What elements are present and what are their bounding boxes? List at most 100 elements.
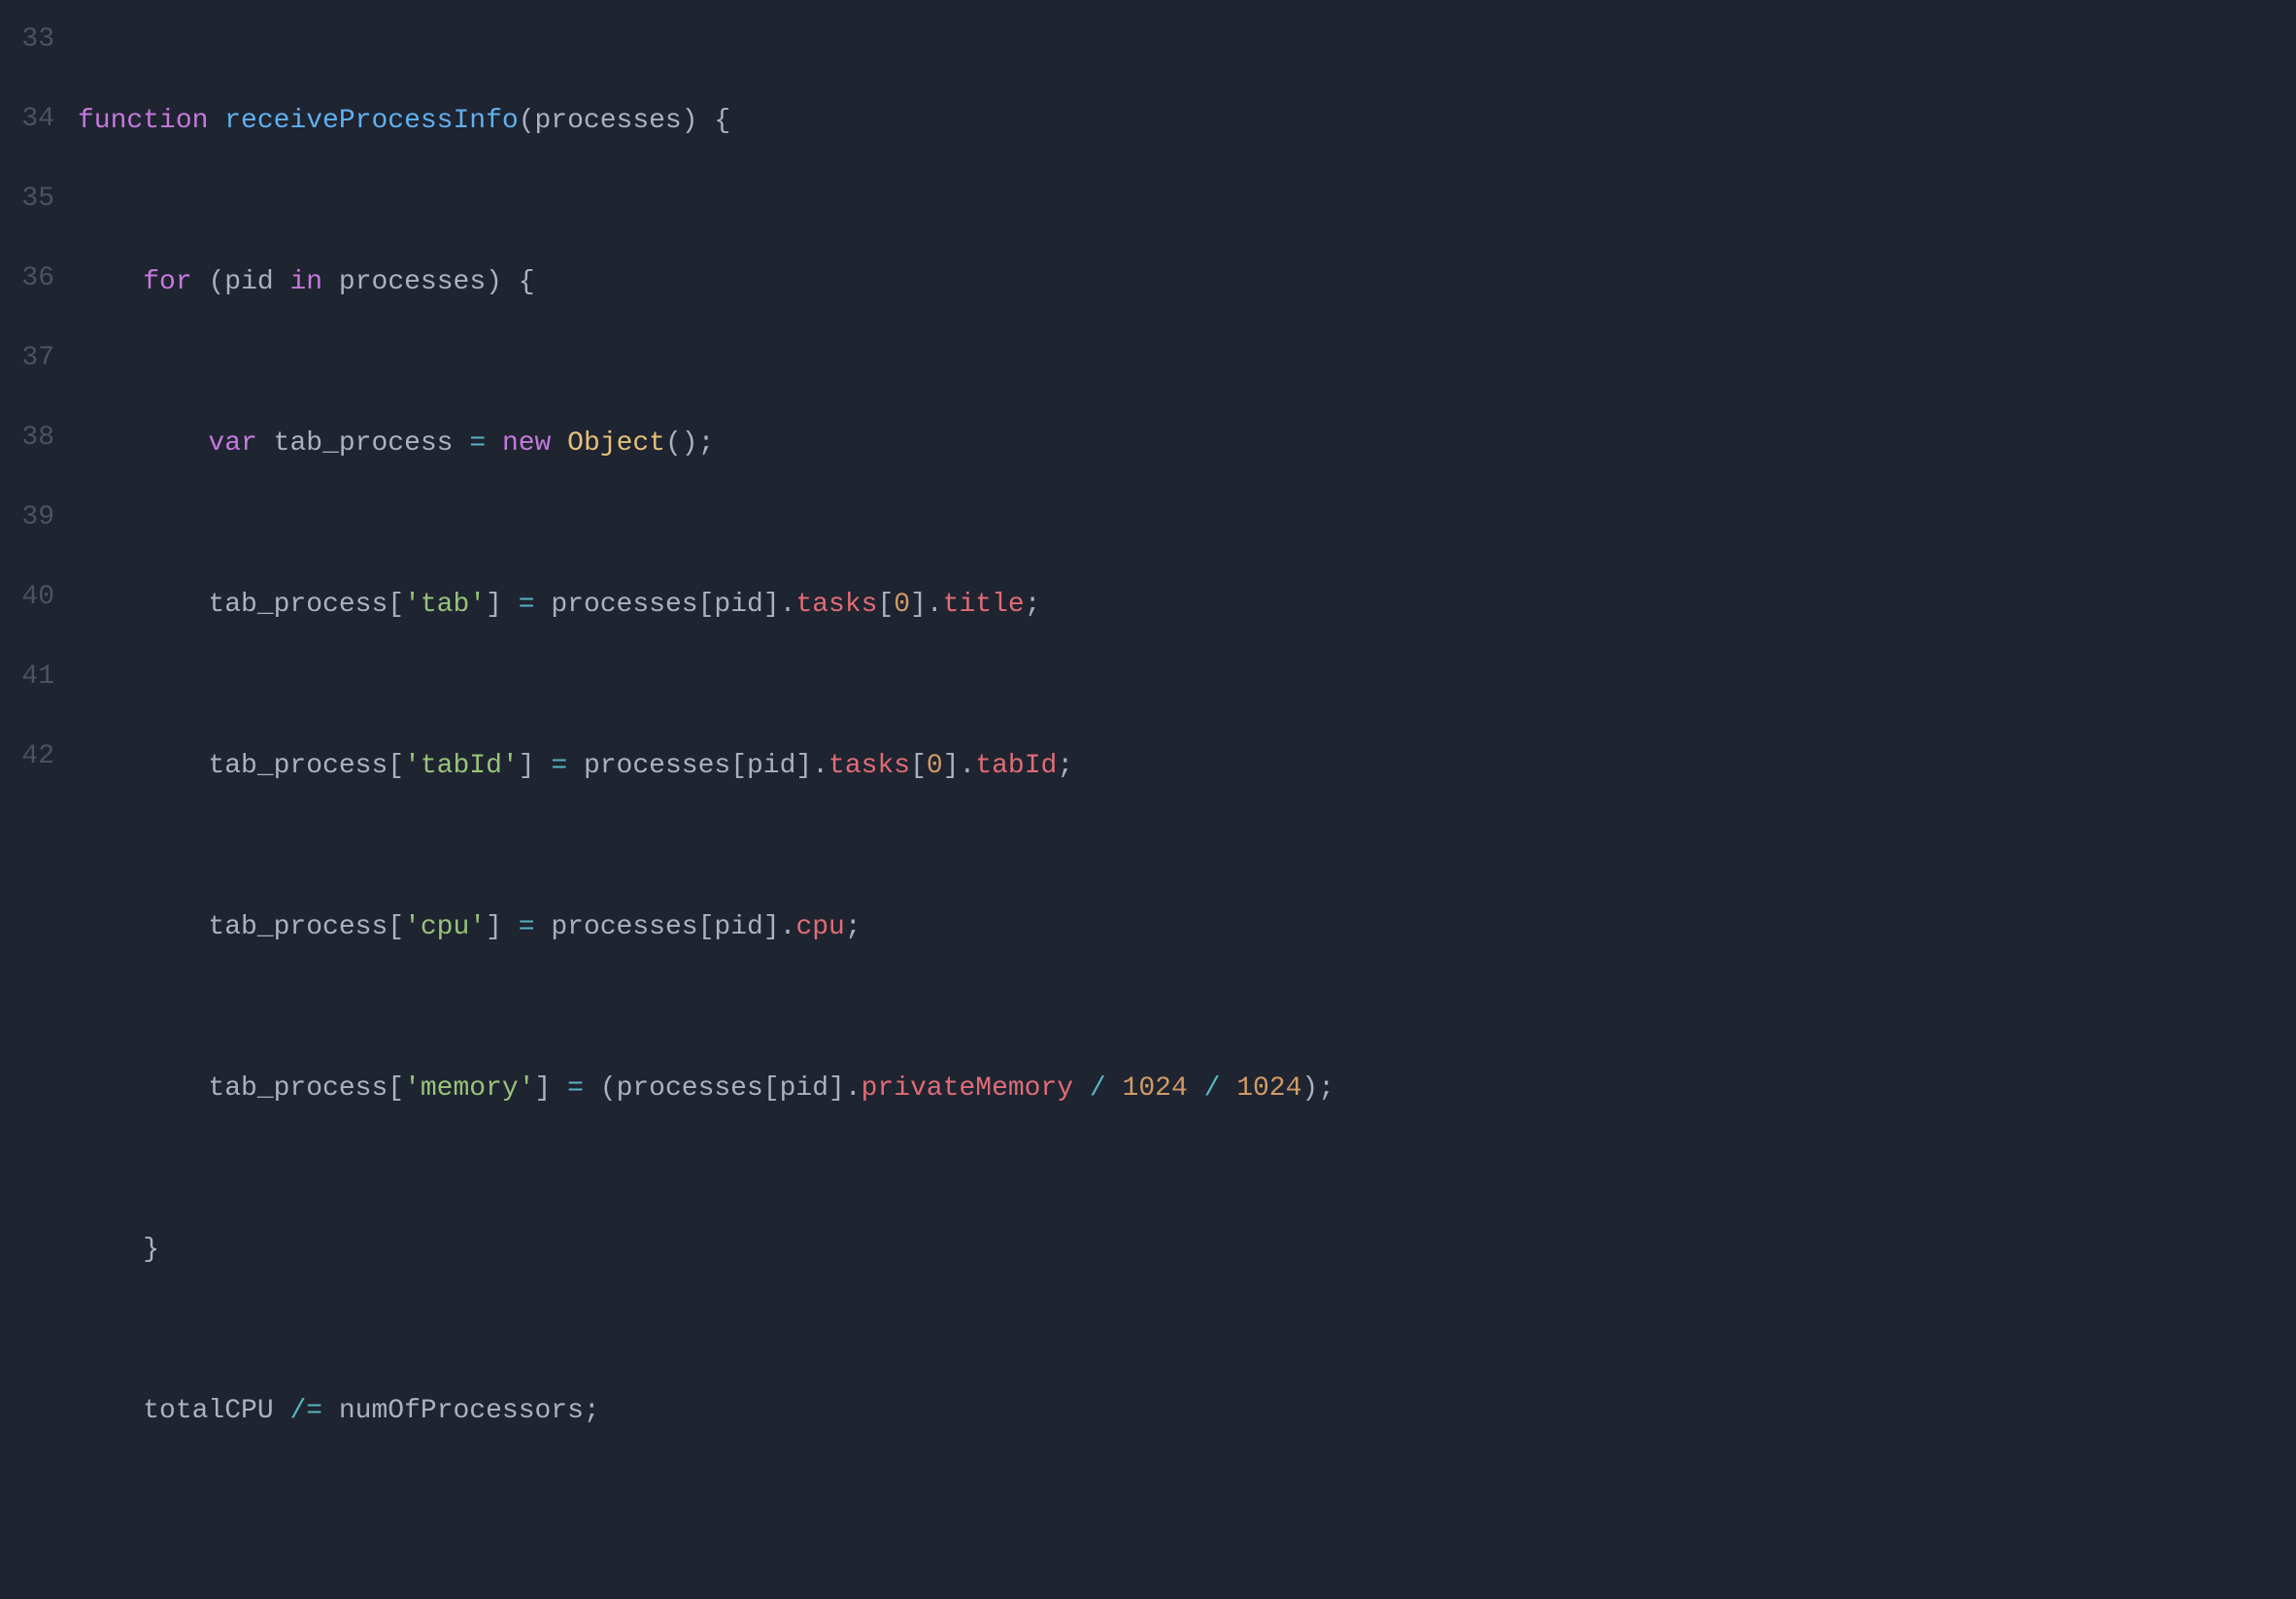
code-line[interactable]: tab_process['memory'] = (processes[pid].… xyxy=(78,1049,2296,1129)
code-line[interactable]: function receiveProcessInfo(processes) { xyxy=(78,82,2296,161)
paren-open: ( xyxy=(600,1073,617,1104)
line-number: 38 xyxy=(0,398,54,478)
keyword-var: var xyxy=(208,428,256,459)
identifier: tab_process xyxy=(208,1073,388,1104)
whitespace xyxy=(257,428,274,459)
dot: . xyxy=(960,751,976,781)
line-number: 41 xyxy=(0,637,54,717)
code-line[interactable]: totalCPU /= numOfProcessors; xyxy=(78,1372,2296,1451)
operator-assign: = xyxy=(469,428,486,459)
string-literal: 'memory' xyxy=(404,1073,534,1104)
semicolon: ; xyxy=(584,1396,600,1426)
brace-close: } xyxy=(143,1235,159,1265)
identifier: processes xyxy=(339,267,486,297)
bracket-open: [ xyxy=(698,912,715,942)
dot: . xyxy=(812,751,828,781)
indent xyxy=(78,912,208,942)
indent xyxy=(78,1235,143,1265)
line-number: 37 xyxy=(0,319,54,398)
indent xyxy=(78,590,208,620)
whitespace xyxy=(551,428,567,459)
property: tasks xyxy=(828,751,910,781)
whitespace xyxy=(274,1396,290,1426)
identifier: pid xyxy=(714,590,762,620)
identifier: processes xyxy=(551,590,697,620)
whitespace xyxy=(208,106,224,136)
code-line[interactable]: var tab_process = new Object(); xyxy=(78,404,2296,484)
whitespace xyxy=(1220,1073,1236,1104)
operator-assign: = xyxy=(519,912,535,942)
identifier: totalCPU xyxy=(143,1396,273,1426)
string-literal: 'cpu' xyxy=(404,912,486,942)
property: tabId xyxy=(975,751,1057,781)
string-literal: 'tabId' xyxy=(404,751,519,781)
line-number: 36 xyxy=(0,239,54,319)
bracket-open: [ xyxy=(388,912,404,942)
whitespace xyxy=(535,590,552,620)
line-number: 34 xyxy=(0,80,54,159)
brace-open: { xyxy=(714,106,730,136)
bracket-open: [ xyxy=(388,751,404,781)
bracket-close: ] xyxy=(486,590,502,620)
bracket-open: [ xyxy=(910,751,927,781)
whitespace xyxy=(454,428,470,459)
bracket-close: ] xyxy=(535,1073,552,1104)
identifier: processes xyxy=(551,912,697,942)
paren-open: ( xyxy=(208,267,224,297)
whitespace xyxy=(502,590,519,620)
operator-assign: = xyxy=(519,590,535,620)
dot: . xyxy=(780,912,796,942)
function-name: receiveProcessInfo xyxy=(224,106,518,136)
code-line[interactable]: tab_process['tabId'] = processes[pid].ta… xyxy=(78,727,2296,806)
semicolon: ; xyxy=(698,428,715,459)
whitespace xyxy=(535,751,552,781)
whitespace xyxy=(1106,1073,1123,1104)
whitespace xyxy=(274,267,290,297)
whitespace xyxy=(322,267,339,297)
line-number: 39 xyxy=(0,478,54,558)
code-editor[interactable]: 33 34 35 36 37 38 39 40 41 42 function r… xyxy=(0,0,2296,800)
code-line[interactable]: tab_process['cpu'] = processes[pid].cpu; xyxy=(78,888,2296,968)
whitespace xyxy=(502,912,519,942)
bracket-close: ] xyxy=(943,751,960,781)
identifier: tab_process xyxy=(208,751,388,781)
identifier: pid xyxy=(224,267,273,297)
string-literal: 'tab' xyxy=(404,590,486,620)
line-number-gutter: 33 34 35 36 37 38 39 40 41 42 xyxy=(0,0,78,800)
keyword-function: function xyxy=(78,106,208,136)
paren-open: ( xyxy=(519,106,535,136)
dot: . xyxy=(780,590,796,620)
indent xyxy=(78,267,143,297)
code-area[interactable]: function receiveProcessInfo(processes) {… xyxy=(78,0,2296,800)
identifier: pid xyxy=(714,912,762,942)
dot: . xyxy=(845,1073,861,1104)
whitespace xyxy=(322,1396,339,1426)
code-line[interactable]: for (pid in processes) { xyxy=(78,243,2296,323)
brace-open: { xyxy=(519,267,535,297)
operator-assign: = xyxy=(551,751,567,781)
dot: . xyxy=(927,590,943,620)
bracket-close: ] xyxy=(910,590,927,620)
parameter: processes xyxy=(535,106,682,136)
bracket-open: [ xyxy=(763,1073,780,1104)
semicolon: ; xyxy=(845,912,861,942)
bracket-close: ] xyxy=(828,1073,845,1104)
operator-divide: / xyxy=(1204,1073,1221,1104)
whitespace xyxy=(192,267,209,297)
paren-close: ) xyxy=(1301,1073,1318,1104)
semicolon: ; xyxy=(1025,590,1041,620)
line-number: 35 xyxy=(0,159,54,239)
identifier: processes xyxy=(584,751,730,781)
code-line[interactable]: } xyxy=(78,1210,2296,1290)
code-line[interactable] xyxy=(78,1533,2296,1599)
operator-assign: = xyxy=(567,1073,584,1104)
line-number: 42 xyxy=(0,717,54,797)
bracket-open: [ xyxy=(698,590,715,620)
whitespace xyxy=(584,1073,600,1104)
line-number: 33 xyxy=(0,0,54,80)
keyword-in: in xyxy=(290,267,323,297)
keyword-new: new xyxy=(502,428,551,459)
code-line[interactable]: tab_process['tab'] = processes[pid].task… xyxy=(78,565,2296,645)
number-literal: 0 xyxy=(927,751,943,781)
semicolon: ; xyxy=(1057,751,1073,781)
